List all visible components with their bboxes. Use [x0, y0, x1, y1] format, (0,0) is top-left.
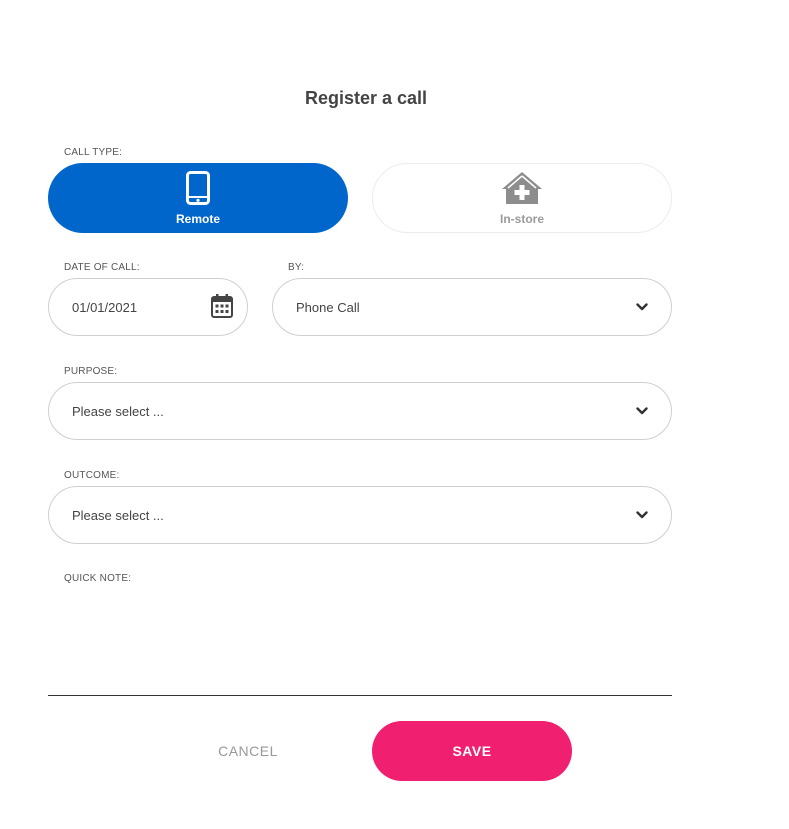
by-select[interactable]: Phone Call — [272, 278, 672, 336]
call-type-remote-button[interactable]: Remote — [48, 163, 348, 233]
chevron-down-icon — [635, 300, 649, 314]
call-type-remote-label: Remote — [175, 211, 220, 226]
call-type-instore-label: In-store — [499, 211, 544, 226]
mobile-phone-icon — [186, 170, 210, 210]
home-plus-icon — [501, 171, 543, 210]
call-type-instore-button[interactable]: In-store — [372, 163, 672, 233]
purpose-placeholder: Please select ... — [72, 403, 164, 419]
dialog-title: Register a call — [304, 88, 428, 108]
calendar-icon[interactable] — [211, 293, 233, 321]
outcome-select[interactable]: Please select ... — [48, 486, 672, 544]
purpose-select[interactable]: Please select ... — [48, 382, 672, 440]
by-value: Phone Call — [296, 299, 360, 315]
cancel-button[interactable]: CANCEL — [148, 721, 348, 781]
quick-note-label: QUICK NOTE: — [64, 573, 132, 584]
date-of-call-input[interactable]: 01/01/2021 — [48, 278, 248, 336]
date-of-call-label: DATE OF CALL: — [64, 262, 140, 273]
chevron-down-icon — [635, 508, 649, 522]
call-type-label: CALL TYPE: — [64, 147, 123, 158]
chevron-down-icon — [635, 404, 649, 418]
outcome-label: OUTCOME: — [64, 470, 120, 481]
save-button[interactable]: SAVE — [372, 721, 572, 781]
quick-note-textarea[interactable] — [48, 596, 672, 696]
purpose-label: PURPOSE: — [64, 366, 118, 377]
date-of-call-value: 01/01/2021 — [72, 299, 138, 315]
by-label: BY: — [288, 262, 305, 273]
outcome-placeholder: Please select ... — [72, 507, 164, 523]
